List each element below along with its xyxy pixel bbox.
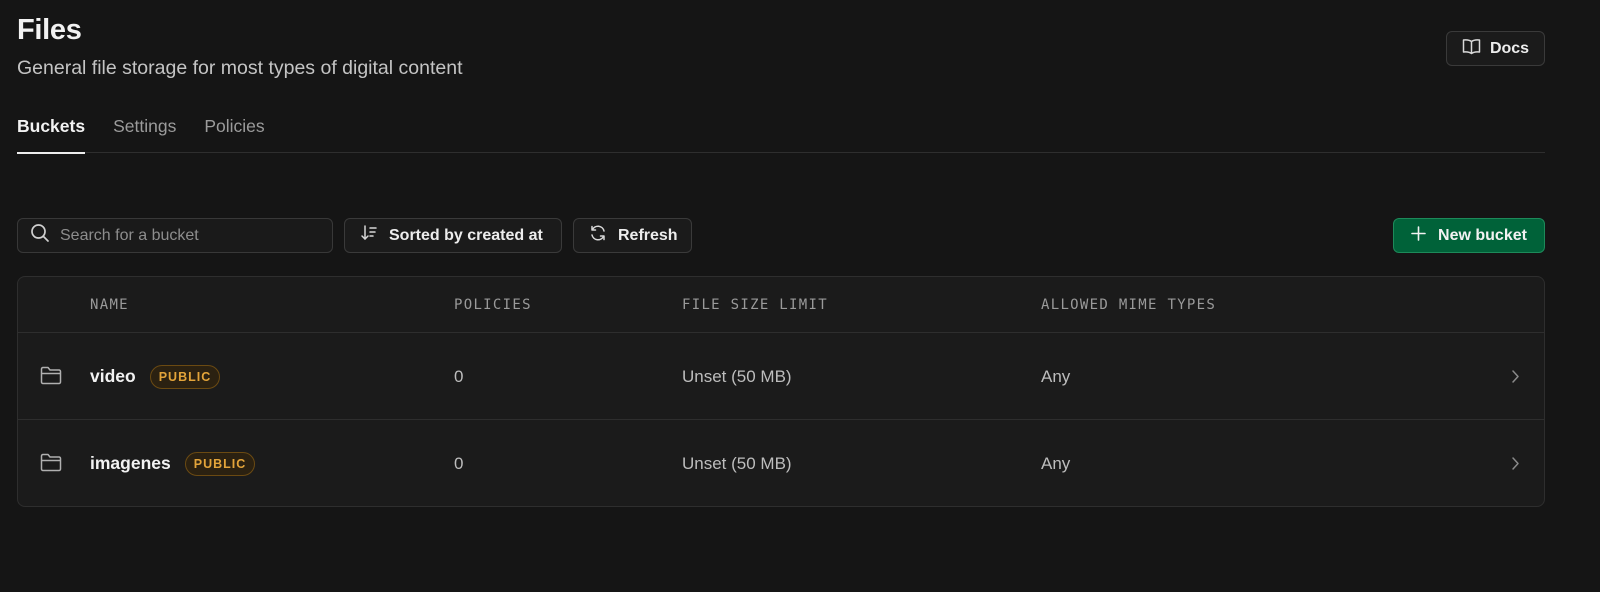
sort-label: Sorted by created at xyxy=(389,226,543,244)
search-icon xyxy=(30,223,50,248)
public-badge: PUBLIC xyxy=(184,451,256,476)
folder-icon xyxy=(40,453,62,477)
tab-bar: Buckets Settings Policies xyxy=(17,112,1545,154)
policies-count: 0 xyxy=(454,367,464,386)
column-header-mime-types: ALLOWED MIME TYPES xyxy=(1041,297,1217,313)
column-header-policies: POLICIES xyxy=(454,297,532,313)
tab-buckets[interactable]: Buckets xyxy=(17,112,86,154)
table-row[interactable]: imagenes PUBLIC 0 Unset (50 MB) Any xyxy=(18,420,1544,506)
tab-settings[interactable]: Settings xyxy=(113,112,176,153)
folder-icon xyxy=(40,366,62,390)
chevron-right-icon[interactable] xyxy=(1511,456,1520,476)
file-size-limit: Unset (50 MB) xyxy=(682,367,792,386)
page-title: Files xyxy=(17,14,82,46)
public-badge: PUBLIC xyxy=(149,364,221,389)
book-icon xyxy=(1462,38,1481,60)
sort-icon xyxy=(360,224,378,247)
search-input[interactable] xyxy=(60,226,320,245)
allowed-mime-types: Any xyxy=(1041,454,1071,473)
plus-icon xyxy=(1411,225,1426,246)
tab-policies[interactable]: Policies xyxy=(204,112,264,153)
sort-button[interactable]: Sorted by created at xyxy=(344,218,562,253)
bucket-name-cell: imagenes PUBLIC xyxy=(90,420,256,506)
file-size-limit: Unset (50 MB) xyxy=(682,454,792,473)
docs-button[interactable]: Docs xyxy=(1446,31,1545,66)
bucket-name: imagenes xyxy=(90,453,171,473)
new-bucket-button[interactable]: New bucket xyxy=(1393,218,1545,253)
storage-page: Files General file storage for most type… xyxy=(0,0,1600,592)
bucket-name: video xyxy=(90,366,136,386)
policies-count: 0 xyxy=(454,454,464,473)
table-header: NAME POLICIES FILE SIZE LIMIT ALLOWED MI… xyxy=(18,277,1544,333)
bucket-toolbar: Sorted by created at Refresh New buc xyxy=(0,218,1600,253)
refresh-label: Refresh xyxy=(618,226,678,244)
table-row[interactable]: video PUBLIC 0 Unset (50 MB) Any xyxy=(18,333,1544,420)
page-header: Files General file storage for most type… xyxy=(17,14,462,80)
chevron-right-icon[interactable] xyxy=(1511,369,1520,389)
buckets-table: NAME POLICIES FILE SIZE LIMIT ALLOWED MI… xyxy=(17,276,1545,507)
bucket-name-cell: video PUBLIC xyxy=(90,333,221,420)
new-bucket-label: New bucket xyxy=(1438,226,1527,244)
refresh-icon xyxy=(589,224,607,247)
column-header-file-size-limit: FILE SIZE LIMIT xyxy=(682,297,828,313)
search-box[interactable] xyxy=(17,218,333,253)
page-subtitle: General file storage for most types of d… xyxy=(17,57,463,79)
refresh-button[interactable]: Refresh xyxy=(573,218,692,253)
allowed-mime-types: Any xyxy=(1041,367,1071,386)
docs-label: Docs xyxy=(1489,39,1530,57)
column-header-name: NAME xyxy=(90,297,129,313)
